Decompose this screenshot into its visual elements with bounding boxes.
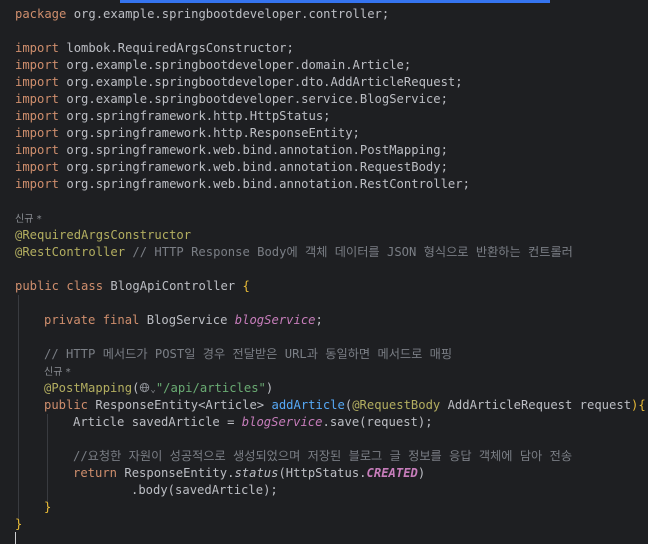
code-line-import5[interactable]: import org.springframework.http.HttpStat… (0, 108, 648, 125)
author-hint[interactable]: 신규 * (44, 367, 71, 378)
code-token: import (15, 109, 67, 123)
code-token: import (15, 58, 67, 72)
code-token: private final (44, 313, 147, 327)
code-line-hint2[interactable]: 신규 * (0, 363, 648, 380)
code-token: "/api/articles" (155, 381, 266, 395)
code-line-blank1[interactable] (0, 23, 648, 40)
code-token: .body(savedArticle); (131, 483, 278, 497)
code-token: .save(request); (322, 415, 433, 429)
code-line-fielddecl[interactable]: private final BlogService blogService; (0, 312, 648, 329)
code-token: @RequiredArgsConstructor (15, 228, 192, 242)
code-token: org.example.springbootdeveloper.service.… (66, 92, 448, 106)
code-token: org.example.springbootdeveloper.controll… (73, 7, 390, 21)
code-token: // HTTP 메서드가 POST일 경우 전달받은 URL과 동일하면 메서드… (44, 347, 453, 361)
code-token: addArticle (271, 398, 345, 412)
code-line-ret[interactable]: return ResponseEntity.status(HttpStatus.… (0, 465, 648, 482)
code-token: Article savedArticle = (73, 415, 242, 429)
code-line-blank2[interactable] (0, 193, 648, 210)
code-token: ResponseEntity<Article> (95, 398, 272, 412)
code-token: public class (15, 279, 111, 293)
code-token: org.example.springbootdeveloper.dto.AddA… (66, 75, 463, 89)
code-token: @PostMapping (44, 381, 133, 395)
code-line-import8[interactable]: import org.springframework.web.bind.anno… (0, 159, 648, 176)
code-token: package (15, 7, 74, 21)
code-token: org.springframework.web.bind.annotation.… (66, 160, 448, 174)
code-token: org.springframework.web.bind.annotation.… (66, 143, 448, 157)
code-line-blank6[interactable] (0, 431, 648, 448)
code-line-package[interactable]: package org.example.springbootdeveloper.… (0, 6, 648, 23)
code-token: CREATED (366, 466, 418, 480)
code-line-classdecl[interactable]: public class BlogApiController { (0, 278, 648, 295)
code-token: (HttpStatus. (278, 466, 367, 480)
code-line-blank3[interactable] (0, 261, 648, 278)
code-token: ; (315, 313, 323, 327)
code-token: import (15, 177, 67, 191)
code-line-cmt2[interactable]: // HTTP 메서드가 POST일 경우 전달받은 URL과 동일하면 메서드… (0, 346, 648, 363)
code-line-close1[interactable]: } (0, 499, 648, 516)
code-token: ){ (631, 398, 646, 412)
code-line-method[interactable]: public ResponseEntity<Article> addArticl… (0, 397, 648, 414)
code-token: { (242, 279, 250, 293)
code-token: return (73, 466, 125, 480)
code-token: ResponseEntity. (124, 466, 235, 480)
code-token: import (15, 126, 67, 140)
code-token: import (15, 92, 67, 106)
code-token: import (15, 75, 67, 89)
code-token: public (44, 398, 96, 412)
code-token: BlogApiController (110, 279, 243, 293)
code-line-import2[interactable]: import org.example.springbootdeveloper.d… (0, 57, 648, 74)
author-hint[interactable]: 신규 * (15, 214, 42, 225)
code-line-cmt3[interactable]: //요청한 자원이 성공적으로 생성되었으며 저장된 블로그 글 정보를 응답 … (0, 448, 648, 465)
code-token: BlogService (146, 313, 235, 327)
code-token: import (15, 160, 67, 174)
code-line-blank5[interactable] (0, 329, 648, 346)
code-token: blogService (234, 313, 316, 327)
code-token: import (15, 143, 67, 157)
code-token: blogService (241, 415, 323, 429)
code-token: org.springframework.http.HttpStatus; (66, 109, 331, 123)
text-cursor (15, 532, 16, 544)
code-line-postmap[interactable]: @PostMapping(⌄"/api/articles") (0, 380, 648, 397)
code-token: org.example.springbootdeveloper.domain.A… (66, 58, 412, 72)
code-line-anno2[interactable]: @RestController // HTTP Response Body에 객… (0, 244, 648, 261)
code-token: ) (417, 466, 426, 480)
code-line-import7[interactable]: import org.springframework.web.bind.anno… (0, 142, 648, 159)
code-line-import4[interactable]: import org.example.springbootdeveloper.s… (0, 91, 648, 108)
code-line-body[interactable]: .body(savedArticle); (0, 482, 648, 499)
code-line-anno1[interactable]: @RequiredArgsConstructor (0, 227, 648, 244)
code-token: org.springframework.web.bind.annotation.… (66, 177, 470, 191)
code-line-hint1[interactable]: 신규 * (0, 210, 648, 227)
scroll-indicator (120, 0, 550, 3)
code-token: org.springframework.http.ResponseEntity; (66, 126, 360, 140)
code-line-close2[interactable]: } (0, 516, 648, 533)
code-token: status (234, 466, 279, 480)
code-token: // HTTP Response Body에 객체 데이터를 JSON 형식으로… (125, 245, 573, 259)
code-token: import (15, 41, 67, 55)
code-line-import1[interactable]: import lombok.RequiredArgsConstructor; (0, 40, 648, 57)
globe-icon[interactable]: ⌄ (139, 381, 156, 395)
code-token: } (44, 500, 52, 514)
code-token: @RequestBody (352, 398, 448, 412)
code-token: AddArticleRequest request (447, 398, 632, 412)
code-line-import6[interactable]: import org.springframework.http.Response… (0, 125, 648, 142)
code-line-stmt1[interactable]: Article savedArticle = blogService.save(… (0, 414, 648, 431)
code-token: lombok.RequiredArgsConstructor; (66, 41, 294, 55)
code-line-blank4[interactable] (0, 295, 648, 312)
code-editor[interactable]: package org.example.springbootdeveloper.… (0, 6, 648, 533)
code-token: //요청한 자원이 성공적으로 생성되었으며 저장된 블로그 글 정보를 응답 … (73, 449, 573, 463)
code-token: ) (265, 381, 274, 395)
code-token: @RestController (15, 245, 126, 259)
code-line-import3[interactable]: import org.example.springbootdeveloper.d… (0, 74, 648, 91)
code-token: } (15, 517, 23, 531)
code-line-import9[interactable]: import org.springframework.web.bind.anno… (0, 176, 648, 193)
